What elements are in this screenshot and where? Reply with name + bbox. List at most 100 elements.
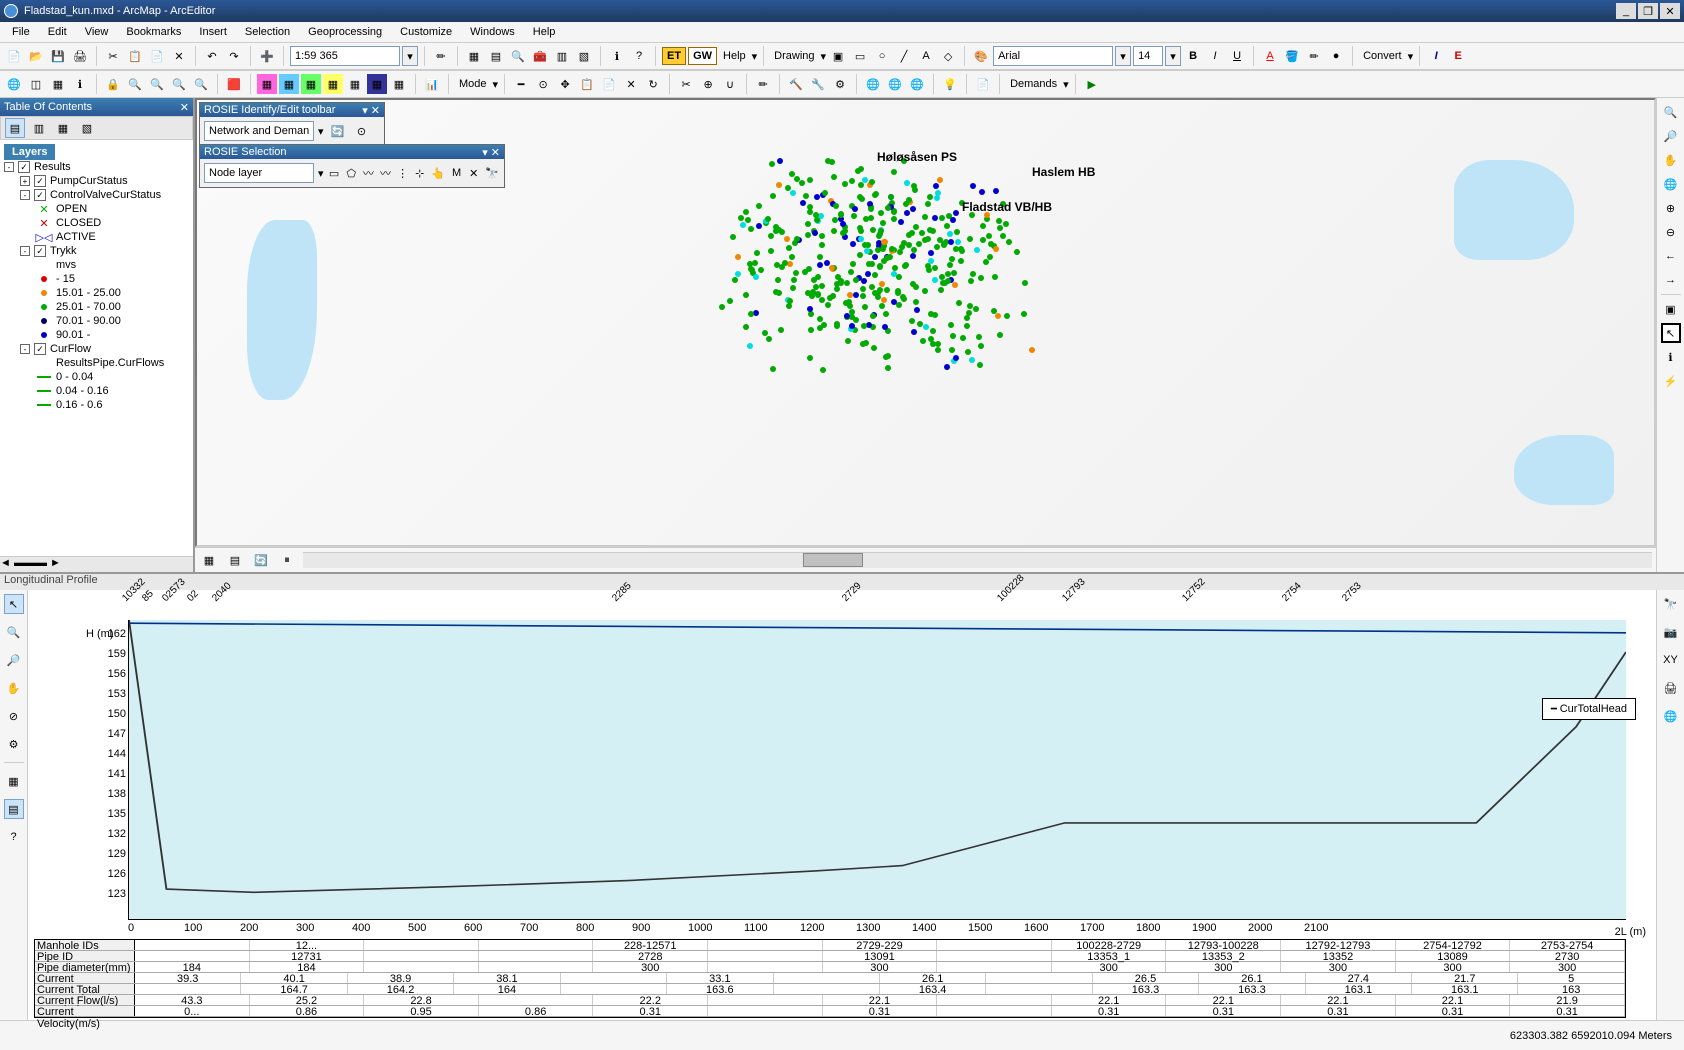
rosie-identify-toolbar[interactable]: ROSIE Identify/Edit toolbar▾ ✕ ▾ 🔄 ⊙ — [199, 102, 385, 146]
bold-button[interactable]: B — [1183, 46, 1203, 66]
cut-button[interactable]: ✂ — [103, 46, 123, 66]
profile-select-icon[interactable]: ↖ — [4, 594, 24, 614]
map-scrollbar-thumb[interactable] — [803, 553, 863, 567]
profile-pan-icon[interactable]: ✋ — [4, 678, 24, 698]
new-button[interactable]: 📄 — [4, 46, 24, 66]
menu-file[interactable]: File — [4, 24, 38, 40]
toc-button[interactable]: ▦ — [464, 46, 484, 66]
toc-item[interactable]: +✓PumpCurStatus — [20, 174, 189, 188]
scale-dropdown[interactable]: ▾ — [402, 46, 418, 66]
demands-label[interactable]: Demands — [1006, 78, 1061, 90]
rosie-lock-button[interactable]: 🔒 — [103, 74, 123, 94]
profile-print-icon[interactable]: 🖨 — [1661, 678, 1681, 698]
convert-label[interactable]: Convert — [1359, 50, 1406, 62]
font-color-picker[interactable]: A — [1260, 46, 1280, 66]
layout-view-button[interactable]: ▤ — [225, 550, 245, 570]
menu-insert[interactable]: Insert — [191, 24, 235, 40]
toc-item[interactable]: ✕OPEN — [36, 202, 189, 216]
help-label[interactable]: Help — [719, 50, 750, 62]
toc-item[interactable]: 0.04 - 0.16 — [36, 384, 189, 398]
list-selection-button[interactable]: ▧ — [77, 118, 97, 138]
toc-item[interactable]: -✓CurFlow — [20, 342, 189, 356]
results-button[interactable]: ▦ — [389, 74, 409, 94]
model-builder-button[interactable]: ▧ — [574, 46, 594, 66]
select-m-icon[interactable]: M — [450, 163, 463, 183]
list-source-button[interactable]: ▥ — [29, 118, 49, 138]
select-poly-icon[interactable]: ⬠ — [345, 163, 358, 183]
italic-button[interactable]: I — [1205, 46, 1225, 66]
font-select[interactable] — [993, 46, 1113, 66]
toc-close-icon[interactable]: ✕ — [180, 101, 189, 114]
mode-label[interactable]: Mode — [455, 78, 491, 90]
delete-feature-button[interactable]: ✕ — [621, 74, 641, 94]
copy-button[interactable]: 📋 — [125, 46, 145, 66]
profile-globe-icon[interactable]: 🌐 — [1661, 706, 1681, 726]
refresh-view-button[interactable]: 🔄 — [251, 550, 271, 570]
layer-checkbox[interactable]: ✓ — [34, 189, 46, 201]
line-color-button[interactable]: ✏ — [1304, 46, 1324, 66]
pink-tool-button[interactable]: ▦ — [257, 74, 277, 94]
select-node-icon[interactable]: ⊹ — [413, 163, 426, 183]
expand-icon[interactable]: - — [4, 162, 14, 172]
rosie-selection-toolbar[interactable]: ROSIE Selection▾ ✕ ▾ ▭ ⬠ 〰 〰 ⋮ ⊹ 👆 M ✕ 🔭 — [199, 144, 505, 188]
profile-binoculars-icon[interactable]: 🔭 — [1661, 594, 1681, 614]
identify-icon[interactable]: ℹ — [1661, 347, 1681, 367]
cyan-tool-button[interactable]: ▦ — [279, 74, 299, 94]
toc-item[interactable]: 90.01 - — [36, 328, 189, 342]
help-button[interactable]: ℹ — [607, 46, 627, 66]
font-color-button[interactable]: 🎨 — [971, 46, 991, 66]
select-line-icon[interactable]: 〰 — [362, 163, 375, 183]
open-button[interactable]: 📂 — [26, 46, 46, 66]
rectangle-button[interactable]: ▭ — [850, 46, 870, 66]
lightbulb-button[interactable]: 💡 — [940, 74, 960, 94]
layer-checkbox[interactable]: ✓ — [34, 343, 46, 355]
menu-help[interactable]: Help — [525, 24, 564, 40]
target-icon[interactable]: ⊙ — [352, 121, 372, 141]
et-button[interactable]: ET — [662, 47, 686, 65]
menu-customize[interactable]: Customize — [392, 24, 460, 40]
select-snap-icon[interactable]: ⋮ — [396, 163, 409, 183]
green-tool-button[interactable]: ▦ — [301, 74, 321, 94]
restore-button[interactable]: ❐ — [1638, 3, 1658, 19]
select-path-icon[interactable]: 〰 — [379, 163, 392, 183]
select-binoculars-icon[interactable]: 🔭 — [484, 163, 500, 183]
fill-color-button[interactable]: 🪣 — [1282, 46, 1302, 66]
menu-bookmarks[interactable]: Bookmarks — [118, 24, 189, 40]
hammer-button[interactable]: 🔨 — [786, 74, 806, 94]
undo-button[interactable]: ↶ — [202, 46, 222, 66]
rosie-globe-button[interactable]: 🌐 — [4, 74, 24, 94]
report-button[interactable]: 📄 — [973, 74, 993, 94]
select-rect-icon[interactable]: ▭ — [328, 163, 341, 183]
hyperlink-icon[interactable]: ⚡ — [1661, 371, 1681, 391]
arctoolbox-button[interactable]: 🧰 — [530, 46, 550, 66]
menu-geoprocessing[interactable]: Geoprocessing — [300, 24, 390, 40]
edit-tool-button[interactable]: ✏ — [753, 74, 773, 94]
menu-windows[interactable]: Windows — [462, 24, 523, 40]
line-button[interactable]: ╱ — [894, 46, 914, 66]
rosie-identify-button[interactable]: ℹ — [70, 74, 90, 94]
wrench-button[interactable]: 🔧 — [808, 74, 828, 94]
paste-button[interactable]: 📄 — [147, 46, 167, 66]
layer-checkbox[interactable]: ✓ — [34, 175, 46, 187]
menu-selection[interactable]: Selection — [237, 24, 298, 40]
circle-button[interactable]: ○ — [872, 46, 892, 66]
text-button[interactable]: A — [916, 46, 936, 66]
zoom-in-icon[interactable]: 🔍 — [1661, 102, 1681, 122]
merge-button[interactable]: ⊕ — [698, 74, 718, 94]
rosie-layer-button[interactable]: ◫ — [26, 74, 46, 94]
profile-zoom-out-icon[interactable]: 🔎 — [4, 650, 24, 670]
expand-icon[interactable]: - — [20, 190, 30, 200]
print-button[interactable]: 🖨 — [70, 46, 90, 66]
layers-tab[interactable]: Layers — [4, 144, 55, 160]
toc-item[interactable]: mvs — [36, 258, 189, 272]
save-button[interactable]: 💾 — [48, 46, 68, 66]
profile-zoom-in-icon[interactable]: 🔍 — [4, 622, 24, 642]
search-button[interactable]: 🔍 — [508, 46, 528, 66]
globe3-button[interactable]: 🌐 — [907, 74, 927, 94]
zoom-out-icon[interactable]: 🔎 — [1661, 126, 1681, 146]
toc-item[interactable]: 0 - 0.04 — [36, 370, 189, 384]
profile-xy-icon[interactable]: XY — [1661, 650, 1681, 670]
chart-button[interactable]: 📊 — [422, 74, 442, 94]
profile-settings-icon[interactable]: ⚙ — [4, 734, 24, 754]
rosie-zoom-all-button[interactable]: 🔍 — [169, 74, 189, 94]
